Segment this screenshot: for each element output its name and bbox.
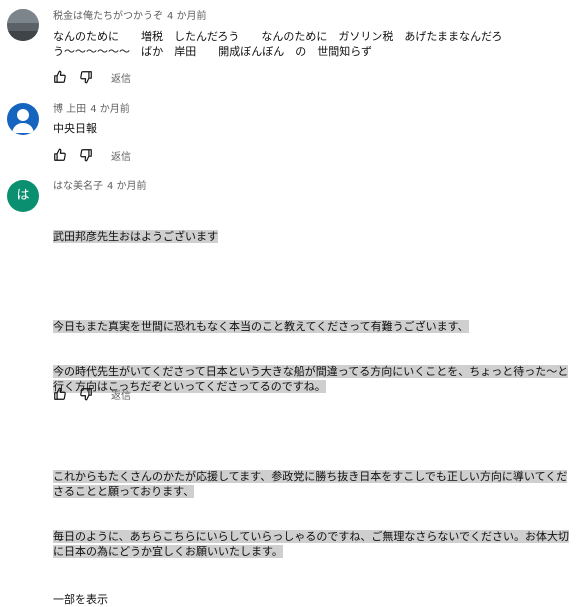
avatar-user-3[interactable]: は xyxy=(7,180,39,212)
comment-author[interactable]: 博 上田 xyxy=(53,104,86,115)
comment-time[interactable]: 4 か月前 xyxy=(107,181,147,192)
comment-actions: 返信 xyxy=(53,146,131,164)
avatar-user-1[interactable] xyxy=(7,9,39,41)
reply-button[interactable]: 返信 xyxy=(111,387,131,402)
comment-paragraph xyxy=(53,274,575,289)
comment-actions: 返信 xyxy=(53,385,131,403)
reply-button[interactable]: 返信 xyxy=(111,148,131,163)
comment-meta: 博 上田 4 か月前 xyxy=(53,103,575,117)
show-less-button[interactable]: 一部を表示 xyxy=(53,592,575,607)
thumbs-up-icon[interactable] xyxy=(53,387,67,401)
comment-meta: 税金は俺たちがつかうぞ 4 か月前 xyxy=(53,10,575,24)
comment-actions: 返信 xyxy=(53,68,131,86)
avatar-user-2[interactable] xyxy=(7,103,39,135)
comment-paragraph xyxy=(53,424,575,439)
comment-text: 中央日報 xyxy=(53,122,97,135)
comment-meta: はな美名子 4 か月前 xyxy=(53,180,575,194)
comment-paragraph: 今の時代先生がいてくださって日本という大きな船が間違ってる方向にいくことを、ちょ… xyxy=(53,365,569,393)
avatar-image xyxy=(7,9,39,41)
comment-paragraph: 今日もまた真実を世間に恐れもなく本当のこと教えてくださって有難うございます、 xyxy=(53,320,469,333)
thumbs-up-icon[interactable] xyxy=(53,70,67,84)
comment-text: なんのために 増税 したんだろう なんのために ガソリン税 あげたままなんだろう… xyxy=(53,30,503,58)
comment-paragraph: 毎日のように、あちらこちらにいらしていらっしゃるのですね、ご無理なさらないでくだ… xyxy=(53,530,570,558)
thumbs-down-icon[interactable] xyxy=(79,387,93,401)
comment-author[interactable]: はな美名子 xyxy=(53,181,103,192)
comment-time[interactable]: 4 か月前 xyxy=(90,104,130,115)
reply-button[interactable]: 返信 xyxy=(111,70,131,85)
avatar-image xyxy=(7,103,39,135)
comment-text: 武田邦彦先生おはようございます 今日もまた真実を世間に恐れもなく本当のこと教えて… xyxy=(53,199,575,589)
thumbs-down-icon[interactable] xyxy=(79,70,93,84)
comment-author[interactable]: 税金は俺たちがつかうぞ xyxy=(53,11,163,22)
comment-paragraph: 武田邦彦先生おはようございます xyxy=(53,230,218,243)
thumbs-down-icon[interactable] xyxy=(79,148,93,162)
comment-time[interactable]: 4 か月前 xyxy=(167,11,207,22)
thumbs-up-icon[interactable] xyxy=(53,148,67,162)
comment-paragraph: これからもたくさんのかたが応援してます、参政党に勝ち抜き日本をすこしでも正しい方… xyxy=(53,470,568,498)
